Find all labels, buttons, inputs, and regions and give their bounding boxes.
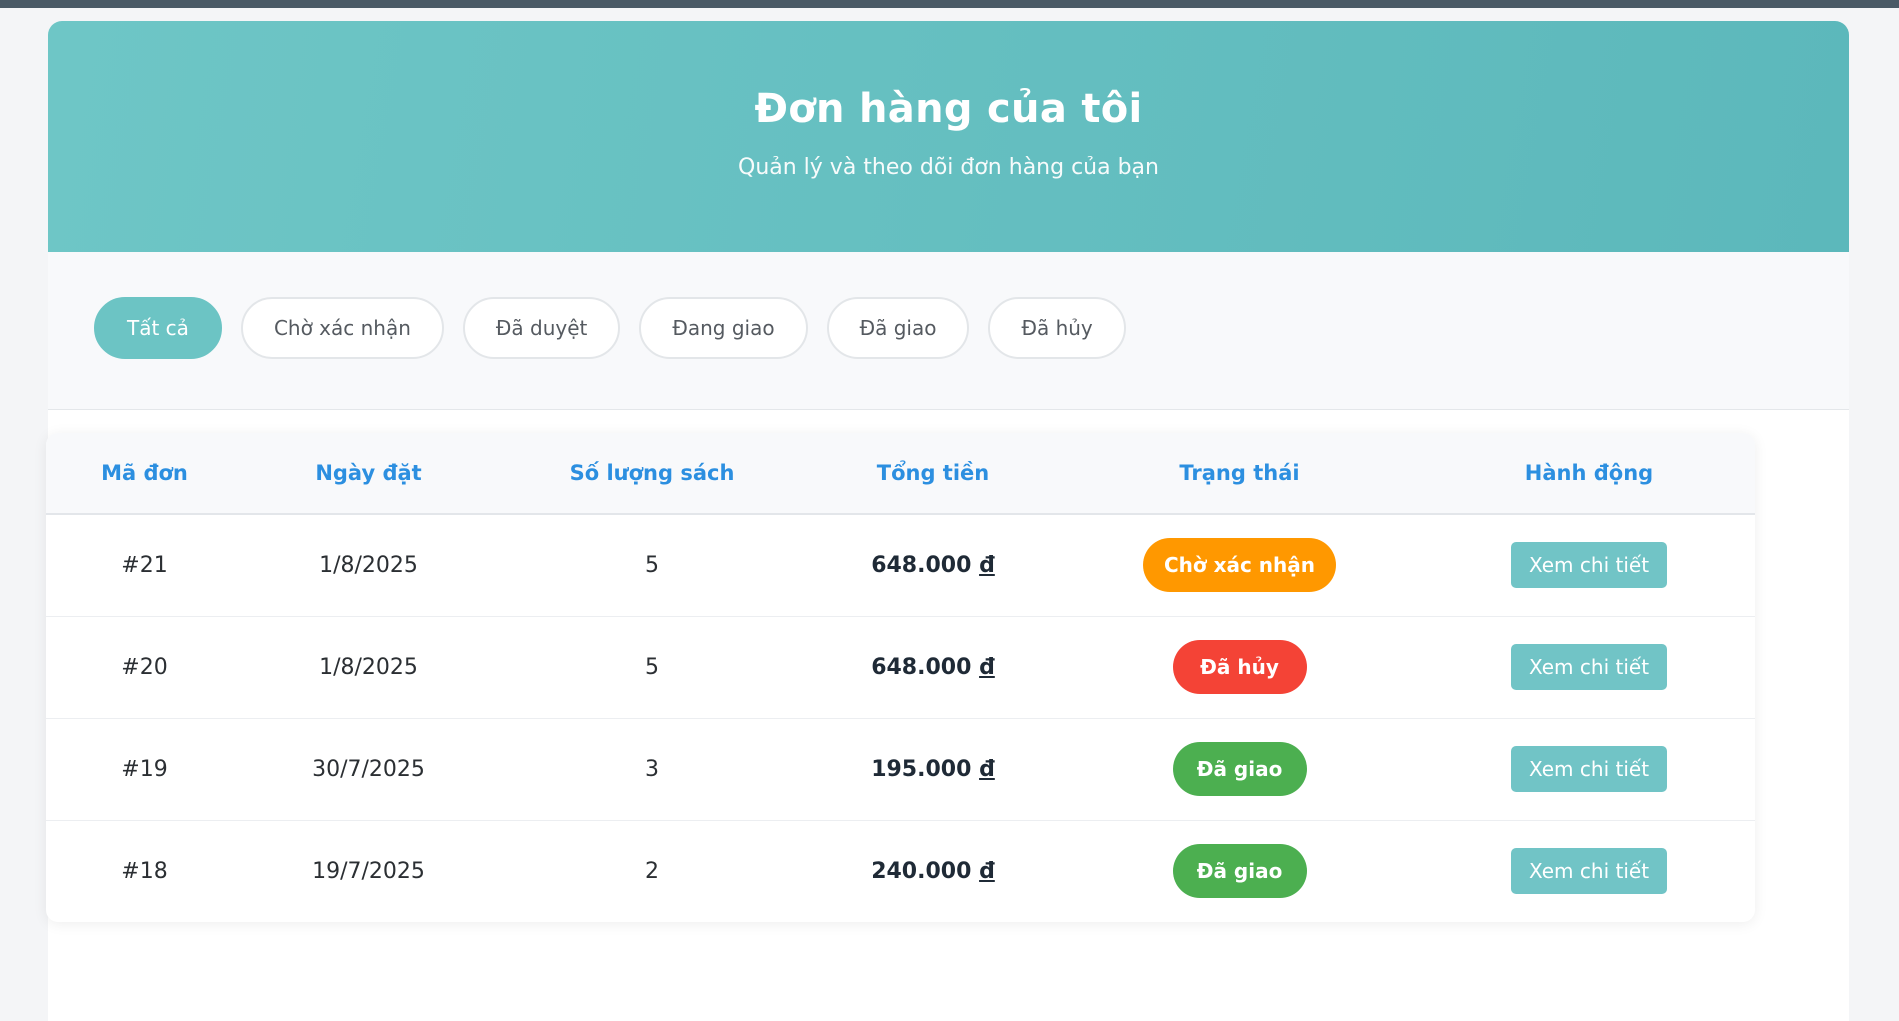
column-header-total[interactable]: Tổng tiền <box>810 433 1056 514</box>
column-header-date[interactable]: Ngày đặt <box>243 433 494 514</box>
order-status-cell: Đã hủy <box>1056 616 1423 718</box>
status-badge: Đã hủy <box>1172 640 1307 694</box>
filter-tabs: Tất cả Chờ xác nhận Đã duyệt Đang giao Đ… <box>94 297 1126 359</box>
view-detail-button[interactable]: Xem chi tiết <box>1511 848 1667 895</box>
status-badge: Đã giao <box>1172 844 1307 899</box>
filter-all[interactable]: Tất cả <box>94 297 222 359</box>
filter-pending[interactable]: Chờ xác nhận <box>240 297 444 359</box>
table-header-row: Mã đơn Ngày đặt Số lượng sách Tổng tiền … <box>46 433 1755 514</box>
order-action-cell: Xem chi tiết <box>1423 514 1755 616</box>
order-total-amount: 648.000 <box>871 654 972 680</box>
order-status-cell: Chờ xác nhận <box>1056 514 1423 616</box>
order-id: #21 <box>121 552 168 578</box>
order-total: 648.000 đ <box>810 616 1056 718</box>
order-action-cell: Xem chi tiết <box>1423 820 1755 922</box>
column-header-status[interactable]: Trạng thái <box>1056 433 1423 514</box>
currency-symbol: đ <box>979 654 995 680</box>
page-subtitle: Quản lý và theo dõi đơn hàng của bạn <box>738 155 1159 180</box>
order-date: 19/7/2025 <box>312 858 425 884</box>
order-total-amount: 195.000 <box>871 756 972 782</box>
status-badge: Đã giao <box>1172 742 1307 796</box>
order-id: #19 <box>121 756 168 782</box>
order-date: 1/8/2025 <box>319 654 418 680</box>
order-quantity: 5 <box>645 552 659 578</box>
order-quantity: 3 <box>645 756 659 782</box>
top-bar <box>0 0 1899 8</box>
currency-symbol: đ <box>979 858 995 884</box>
filter-cancelled[interactable]: Đã hủy <box>988 297 1126 359</box>
view-detail-button[interactable]: Xem chi tiết <box>1511 746 1667 792</box>
order-quantity: 2 <box>645 858 659 884</box>
order-total: 195.000 đ <box>810 718 1056 820</box>
filter-bar: Tất cả Chờ xác nhận Đã duyệt Đang giao Đ… <box>48 252 1849 410</box>
view-detail-button[interactable]: Xem chi tiết <box>1511 644 1667 690</box>
order-id: #18 <box>121 858 168 884</box>
view-detail-button[interactable]: Xem chi tiết <box>1511 542 1667 589</box>
order-id: #20 <box>121 654 168 680</box>
filter-approved[interactable]: Đã duyệt <box>462 297 621 359</box>
order-total: 648.000 đ <box>810 514 1056 616</box>
order-action-cell: Xem chi tiết <box>1423 718 1755 820</box>
order-date: 30/7/2025 <box>312 756 425 782</box>
filter-delivered[interactable]: Đã giao <box>826 297 970 359</box>
order-total-amount: 240.000 <box>871 858 972 884</box>
page-title: Đơn hàng của tôi <box>754 86 1143 132</box>
orders-table-container: Mã đơn Ngày đặt Số lượng sách Tổng tiền … <box>46 433 1755 922</box>
table-row: #20 1/8/2025 5 648.000 đ Đã hủy Xem chi … <box>46 616 1755 718</box>
order-total: 240.000 đ <box>810 820 1056 922</box>
order-total-amount: 648.000 <box>871 552 972 578</box>
order-action-cell: Xem chi tiết <box>1423 616 1755 718</box>
orders-table: Mã đơn Ngày đặt Số lượng sách Tổng tiền … <box>46 433 1755 922</box>
currency-symbol: đ <box>979 552 995 578</box>
column-header-quantity[interactable]: Số lượng sách <box>494 433 810 514</box>
table-row: #18 19/7/2025 2 240.000 đ Đã giao Xem ch… <box>46 820 1755 922</box>
table-row: #19 30/7/2025 3 195.000 đ Đã giao Xem ch… <box>46 718 1755 820</box>
order-date: 1/8/2025 <box>319 552 418 578</box>
status-badge: Chờ xác nhận <box>1142 538 1337 593</box>
table-row: #21 1/8/2025 5 648.000 đ Chờ xác nhận Xe… <box>46 514 1755 616</box>
column-header-order-id[interactable]: Mã đơn <box>46 433 243 514</box>
order-status-cell: Đã giao <box>1056 718 1423 820</box>
page-header: Đơn hàng của tôi Quản lý và theo dõi đơn… <box>48 21 1849 252</box>
column-header-action: Hành động <box>1524 461 1654 485</box>
filter-shipping[interactable]: Đang giao <box>639 297 808 359</box>
order-quantity: 5 <box>645 654 659 680</box>
order-status-cell: Đã giao <box>1056 820 1423 922</box>
currency-symbol: đ <box>979 756 995 782</box>
